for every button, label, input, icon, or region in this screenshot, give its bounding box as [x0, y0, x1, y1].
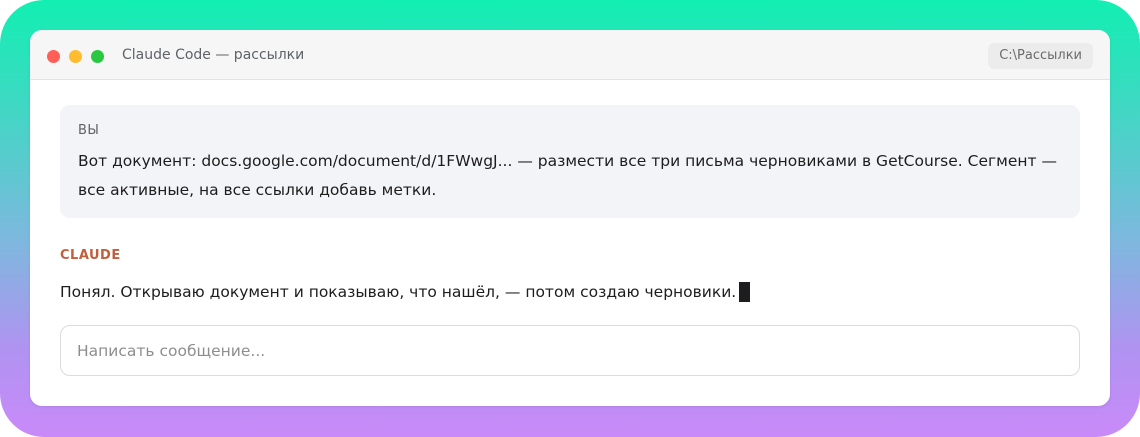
user-message: ВЫ Вот документ: docs.google.com/documen… [60, 105, 1080, 218]
minimize-window-button[interactable] [69, 50, 82, 63]
user-message-text: Вот документ: docs.google.com/document/d… [78, 152, 1057, 199]
gradient-frame: Claude Code — рассылки C:\Рассылки ВЫ Во… [0, 0, 1140, 437]
titlebar: Claude Code — рассылки C:\Рассылки [30, 30, 1110, 80]
message-input[interactable] [60, 325, 1080, 376]
close-window-button[interactable] [47, 50, 60, 63]
user-message-label: ВЫ [78, 123, 100, 138]
assistant-message-label: CLAUDE [60, 248, 121, 263]
maximize-window-button[interactable] [91, 50, 104, 63]
assistant-message: Понял. Открываю документ и показываю, чт… [60, 280, 751, 304]
window-title: Claude Code — рассылки [122, 47, 305, 63]
typing-cursor [739, 282, 751, 302]
assistant-message-text: Понял. Открываю документ и показываю, чт… [60, 283, 737, 301]
working-directory-badge: C:\Рассылки [988, 43, 1093, 69]
app-window: Claude Code — рассылки C:\Рассылки ВЫ Во… [30, 30, 1110, 406]
